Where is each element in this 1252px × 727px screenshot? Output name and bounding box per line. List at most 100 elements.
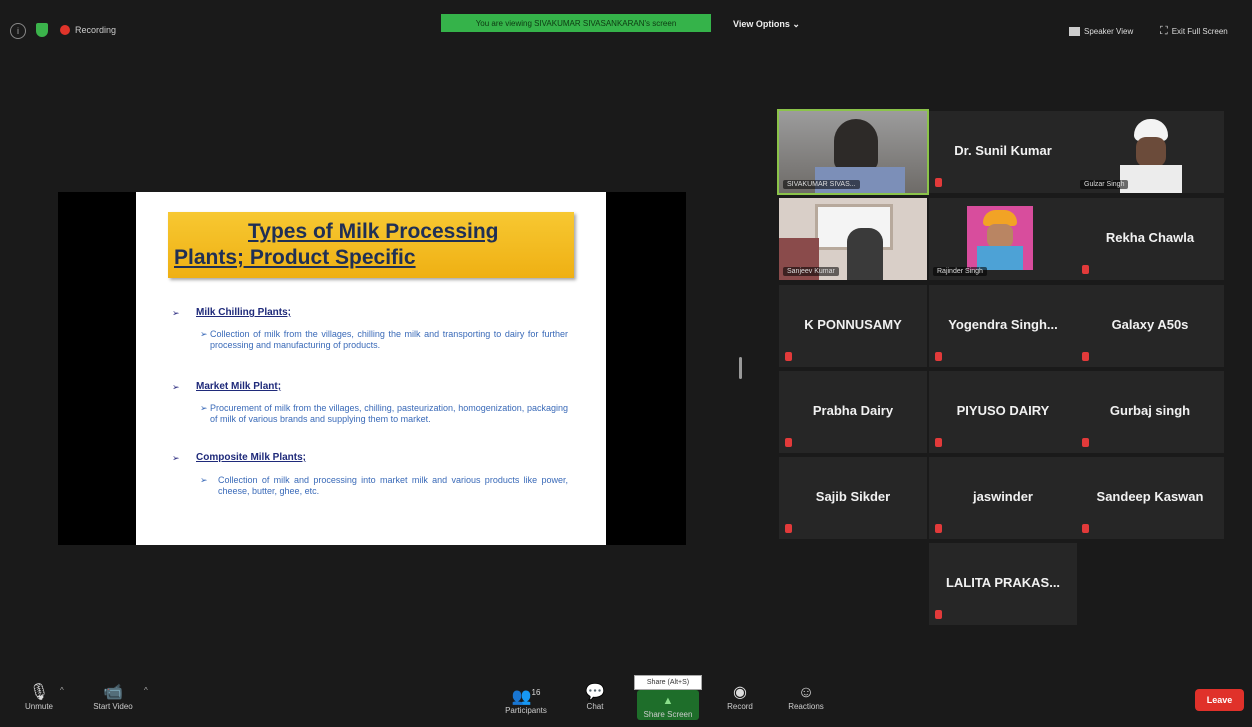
record-icon: ◉ [733, 684, 747, 701]
participant-tile-video[interactable]: Gulzar Singh [1076, 111, 1224, 193]
info-icon[interactable]: i [10, 23, 26, 39]
splitter-handle[interactable] [739, 357, 742, 379]
slide-title-box: Types of Milk Processing Plants; Product… [168, 212, 574, 278]
reactions-button[interactable]: ☺ Reactions [782, 684, 830, 711]
participant-tile[interactable]: Sandeep Kaswan [1076, 457, 1224, 539]
section-text: Collection of milk and processing into m… [218, 475, 568, 496]
person-silhouette [834, 119, 878, 171]
view-options-button[interactable]: View Options ⌄ [733, 19, 800, 30]
bullet-icon: ➢ [172, 453, 180, 463]
reactions-icon: ☺ [797, 684, 815, 701]
exit-fullscreen-icon: ⛶ [1160, 24, 1168, 37]
participant-name: Galaxy A50s [1111, 317, 1189, 332]
recording-dot-icon [60, 25, 70, 35]
muted-mic-icon [935, 610, 942, 619]
exit-full-screen-label: Exit Full Screen [1171, 26, 1228, 36]
leave-button[interactable]: Leave [1195, 689, 1244, 711]
bullet-icon: ➢ [172, 308, 180, 318]
grid-icon [1069, 26, 1080, 36]
participant-name: K PONNUSAMY [804, 317, 902, 332]
participant-name: Dr. Sunil Kumar [954, 143, 1052, 158]
chat-button[interactable]: 💬 Chat [580, 684, 610, 711]
muted-mic-icon [935, 352, 942, 361]
participant-tile[interactable]: Sajib Sikder [779, 457, 927, 539]
unmute-label: Unmute [24, 702, 53, 711]
participants-icon: 👥16 [511, 688, 541, 706]
participant-name: SIVAKUMAR SIVAS... [783, 180, 860, 189]
bullet-icon: ➢ [172, 382, 180, 392]
participants-label: Participants [505, 706, 547, 716]
participant-name: Sajib Sikder [815, 489, 891, 504]
meeting-toolbar [0, 672, 1252, 727]
participant-tile[interactable]: Gurbaj singh [1076, 371, 1224, 453]
participant-name: jaswinder [973, 489, 1033, 504]
participant-name: Gulzar Singh [1080, 180, 1129, 189]
video-options-chevron-icon[interactable]: ^ [144, 686, 148, 695]
participant-tile[interactable]: LALITA PRAKAS... [929, 543, 1077, 625]
share-screen-button[interactable]: ▲ Share Screen [637, 692, 699, 719]
participants-button[interactable]: 👥16 Participants [496, 684, 556, 715]
participant-name: Sandeep Kaswan [1096, 489, 1204, 504]
sub-bullet-icon: ➢ [200, 403, 208, 413]
muted-mic-icon [1082, 265, 1089, 274]
sub-bullet-icon: ➢ [200, 329, 208, 339]
muted-mic-icon [785, 524, 792, 533]
record-label: Record [727, 702, 753, 711]
participant-tile[interactable]: Prabha Dairy [779, 371, 927, 453]
participant-tile[interactable]: Dr. Sunil Kumar [929, 111, 1077, 193]
speaker-view-button[interactable]: Speaker View [1064, 22, 1138, 40]
person-silhouette [847, 228, 883, 280]
participant-tile[interactable]: Galaxy A50s [1076, 285, 1224, 367]
share-screen-label: Share Screen [643, 710, 693, 719]
muted-mic-icon [935, 178, 942, 187]
participant-name: Rekha Chawla [1105, 230, 1195, 245]
exit-full-screen-button[interactable]: ⛶ Exit Full Screen [1155, 22, 1233, 40]
audio-options-chevron-icon[interactable]: ^ [60, 686, 64, 695]
muted-microphone-icon: 🎙 [28, 684, 50, 701]
muted-mic-icon [1082, 438, 1089, 447]
muted-mic-icon [785, 438, 792, 447]
participant-tile[interactable]: K PONNUSAMY [779, 285, 927, 367]
shared-screen: Types of Milk Processing Plants; Product… [58, 192, 686, 545]
section-heading: Milk Chilling Plants; [196, 307, 292, 318]
start-video-label: Start Video [93, 702, 133, 711]
participant-tile-video[interactable]: SIVAKUMAR SIVAS... [777, 109, 929, 195]
shield-icon[interactable] [36, 23, 48, 37]
section-heading: Composite Milk Plants; [196, 452, 307, 463]
participant-name: LALITA PRAKAS... [945, 575, 1061, 590]
participant-tile[interactable]: Yogendra Singh... [929, 285, 1077, 367]
participant-name: PIYUSO DAIRY [956, 403, 1050, 418]
record-button[interactable]: ◉ Record [722, 684, 758, 711]
slide-title-line-2: Plants; Product Specific [174, 246, 416, 269]
muted-mic-icon [1082, 524, 1089, 533]
participant-tile[interactable]: Rekha Chawla [1076, 198, 1224, 280]
muted-mic-icon [935, 438, 942, 447]
section-text: Collection of milk from the villages, ch… [210, 329, 568, 350]
person-shirt [1120, 165, 1182, 193]
share-banner: You are viewing SIVAKUMAR SIVASANKARAN's… [441, 14, 711, 32]
person-face [1136, 137, 1166, 167]
share-screen-icon: ▲ [662, 695, 674, 707]
presentation-slide: Types of Milk Processing Plants; Product… [136, 192, 606, 545]
participant-name: Prabha Dairy [812, 403, 894, 418]
chat-label: Chat [586, 702, 604, 711]
participant-tile[interactable]: PIYUSO DAIRY [929, 371, 1077, 453]
recording-indicator[interactable]: Recording [60, 25, 116, 35]
share-tooltip: Share (Alt+S) [634, 675, 702, 690]
start-video-button[interactable]: 📹 Start Video [84, 684, 142, 711]
participant-tile-video[interactable]: Sanjeev Kumar [779, 198, 927, 280]
participants-count: 16 [531, 688, 541, 697]
person-face [987, 224, 1013, 248]
slide-title-line-1: Types of Milk Processing [248, 220, 499, 243]
participant-tile-video[interactable]: Rajinder Singh [929, 198, 1077, 280]
section-text: Procurement of milk from the villages, c… [210, 403, 568, 424]
chat-icon: 💬 [585, 684, 605, 701]
recording-label: Recording [75, 25, 117, 35]
participant-name: Sanjeev Kumar [783, 267, 839, 276]
participant-name: Rajinder Singh [933, 267, 987, 276]
section-heading: Market Milk Plant; [196, 381, 282, 392]
participant-tile[interactable]: jaswinder [929, 457, 1077, 539]
participant-name: Yogendra Singh... [948, 317, 1058, 332]
muted-mic-icon [935, 524, 942, 533]
unmute-button[interactable]: 🎙 Unmute [18, 684, 60, 711]
